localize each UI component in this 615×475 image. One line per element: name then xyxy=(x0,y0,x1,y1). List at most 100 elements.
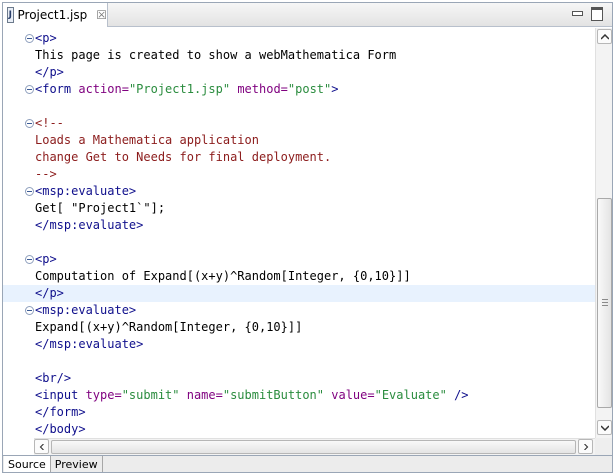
horizontal-scroll-thumb[interactable] xyxy=(51,440,576,454)
horizontal-scrollbar[interactable] xyxy=(34,438,595,455)
editor-tab-label: Project1.jsp xyxy=(17,8,88,22)
code-token: <form xyxy=(35,82,79,96)
code-token: </body> xyxy=(35,422,86,436)
code-token: <input xyxy=(35,388,86,402)
scroll-right-arrow-icon[interactable] xyxy=(578,439,593,454)
scroll-left-arrow-icon[interactable] xyxy=(34,439,49,454)
code-line[interactable]: Expand[(x+y)^Random[Integer, {0,10}]] xyxy=(3,319,595,336)
code-token: <p> xyxy=(35,31,57,45)
code-text: change Get to Needs for final deployment… xyxy=(35,150,331,165)
code-line[interactable]: </body> xyxy=(3,421,595,438)
editor-page-tabs: Source Preview xyxy=(3,455,612,472)
code-text: Loads a Mathematica application xyxy=(35,133,259,148)
code-line[interactable]: Get[ "Project1`"]; xyxy=(3,200,595,217)
code-text: --> xyxy=(35,167,57,182)
code-line[interactable]: <input type="submit" name="submitButton"… xyxy=(3,387,595,404)
code-token: This page is created to show a webMathem… xyxy=(35,48,397,62)
code-text: <msp:evaluate> xyxy=(35,184,136,199)
scroll-down-arrow-icon[interactable] xyxy=(597,420,612,435)
tab-source[interactable]: Source xyxy=(4,456,51,472)
scrollbar-corner xyxy=(595,438,612,455)
code-line[interactable] xyxy=(3,353,595,370)
code-token: Expand[(x+y)^Random[Integer, {0,10}]] xyxy=(35,320,303,334)
code-text: <input type="submit" name="submitButton"… xyxy=(35,388,469,403)
code-token: <!-- xyxy=(35,116,64,130)
code-text: Get[ "Project1`"]; xyxy=(35,201,165,216)
scroll-up-arrow-icon[interactable] xyxy=(597,29,612,44)
code-token: action= xyxy=(78,82,129,96)
code-token: > xyxy=(331,82,339,96)
editor-tab-strip: J Project1.jsp ☒ xyxy=(3,3,612,27)
jsp-file-icon: J xyxy=(7,7,14,23)
code-token: Computation of Expand[(x+y)^Random[Integ… xyxy=(35,269,411,283)
code-line[interactable]: change Get to Needs for final deployment… xyxy=(3,149,595,166)
code-text: <p> xyxy=(35,252,57,267)
maximize-icon[interactable] xyxy=(590,6,604,21)
close-icon[interactable]: ☒ xyxy=(96,9,107,21)
code-token: type= xyxy=(85,388,122,402)
code-line[interactable]: <form action="Project1.jsp" method="post… xyxy=(3,81,595,98)
code-token: "submitButton" xyxy=(222,388,325,402)
code-token: "Project1.jsp" xyxy=(128,82,231,96)
collapse-fold-icon[interactable] xyxy=(25,255,34,264)
code-text: <!-- xyxy=(35,116,64,131)
code-token: </msp:evaluate> xyxy=(35,218,144,232)
code-token: /> xyxy=(446,388,469,402)
code-token: "submit" xyxy=(121,388,180,402)
code-text: </p> xyxy=(35,65,64,80)
code-token: </msp:evaluate> xyxy=(35,337,144,351)
code-line[interactable]: <!-- xyxy=(3,115,595,132)
code-text: </msp:evaluate> xyxy=(35,218,143,233)
code-token: --> xyxy=(35,167,57,181)
code-line[interactable]: </p> xyxy=(3,285,595,302)
collapse-fold-icon[interactable] xyxy=(25,85,34,94)
vertical-scrollbar[interactable] xyxy=(595,28,612,438)
code-token: name= xyxy=(179,388,223,402)
code-line[interactable] xyxy=(3,234,595,251)
code-text: </body> xyxy=(35,422,86,437)
code-line[interactable]: </form> xyxy=(3,404,595,421)
code-token: </form> xyxy=(35,405,86,419)
vertical-scroll-thumb[interactable] xyxy=(597,198,612,408)
code-line[interactable]: <msp:evaluate> xyxy=(3,183,595,200)
code-token: method= xyxy=(230,82,288,96)
collapse-fold-icon[interactable] xyxy=(25,119,34,128)
collapse-fold-icon[interactable] xyxy=(25,187,34,196)
code-line[interactable]: Computation of Expand[(x+y)^Random[Integ… xyxy=(3,268,595,285)
code-line[interactable]: </msp:evaluate> xyxy=(3,336,595,353)
code-token: <br/> xyxy=(35,371,72,385)
code-line[interactable] xyxy=(3,98,595,115)
code-token: Loads a Mathematica application xyxy=(35,133,259,147)
source-editor[interactable]: <p> This page is created to show a webMat… xyxy=(3,28,595,438)
code-text: <br/> xyxy=(35,371,71,386)
code-text: <form action="Project1.jsp" method="post… xyxy=(35,82,338,97)
editor-tab-project1[interactable]: J Project1.jsp ☒ xyxy=(3,3,108,27)
code-token: <p> xyxy=(35,252,57,266)
code-line[interactable]: Loads a Mathematica application xyxy=(3,132,595,149)
code-token: "post" xyxy=(287,82,332,96)
code-token: </p> xyxy=(35,286,64,300)
code-text: </p> xyxy=(35,286,64,301)
code-line[interactable]: --> xyxy=(3,166,595,183)
code-line[interactable]: <br/> xyxy=(3,370,595,387)
code-line[interactable]: This page is created to show a webMathem… xyxy=(3,47,595,64)
minimize-icon[interactable] xyxy=(570,6,584,20)
collapse-fold-icon[interactable] xyxy=(25,34,34,43)
code-text: Computation of Expand[(x+y)^Random[Integ… xyxy=(35,269,411,284)
code-token: <msp:evaluate> xyxy=(35,303,137,317)
code-token: Get[ "Project1`"]; xyxy=(35,201,166,215)
code-token: value= xyxy=(324,388,375,402)
code-text: </form> xyxy=(35,405,86,420)
code-line[interactable]: <p> xyxy=(3,30,595,47)
code-token: change Get to Needs for final deployment… xyxy=(35,150,332,164)
editor-frame: J Project1.jsp ☒ <p> This page is created… xyxy=(2,2,613,473)
code-text: Expand[(x+y)^Random[Integer, {0,10}]] xyxy=(35,320,302,335)
code-token: "Evaluate" xyxy=(374,388,447,402)
code-line[interactable]: <p> xyxy=(3,251,595,268)
code-line[interactable]: </p> xyxy=(3,64,595,81)
window-controls xyxy=(570,6,604,21)
collapse-fold-icon[interactable] xyxy=(25,306,34,315)
tab-preview[interactable]: Preview xyxy=(51,456,103,472)
code-line[interactable]: </msp:evaluate> xyxy=(3,217,595,234)
code-line[interactable]: <msp:evaluate> xyxy=(3,302,595,319)
